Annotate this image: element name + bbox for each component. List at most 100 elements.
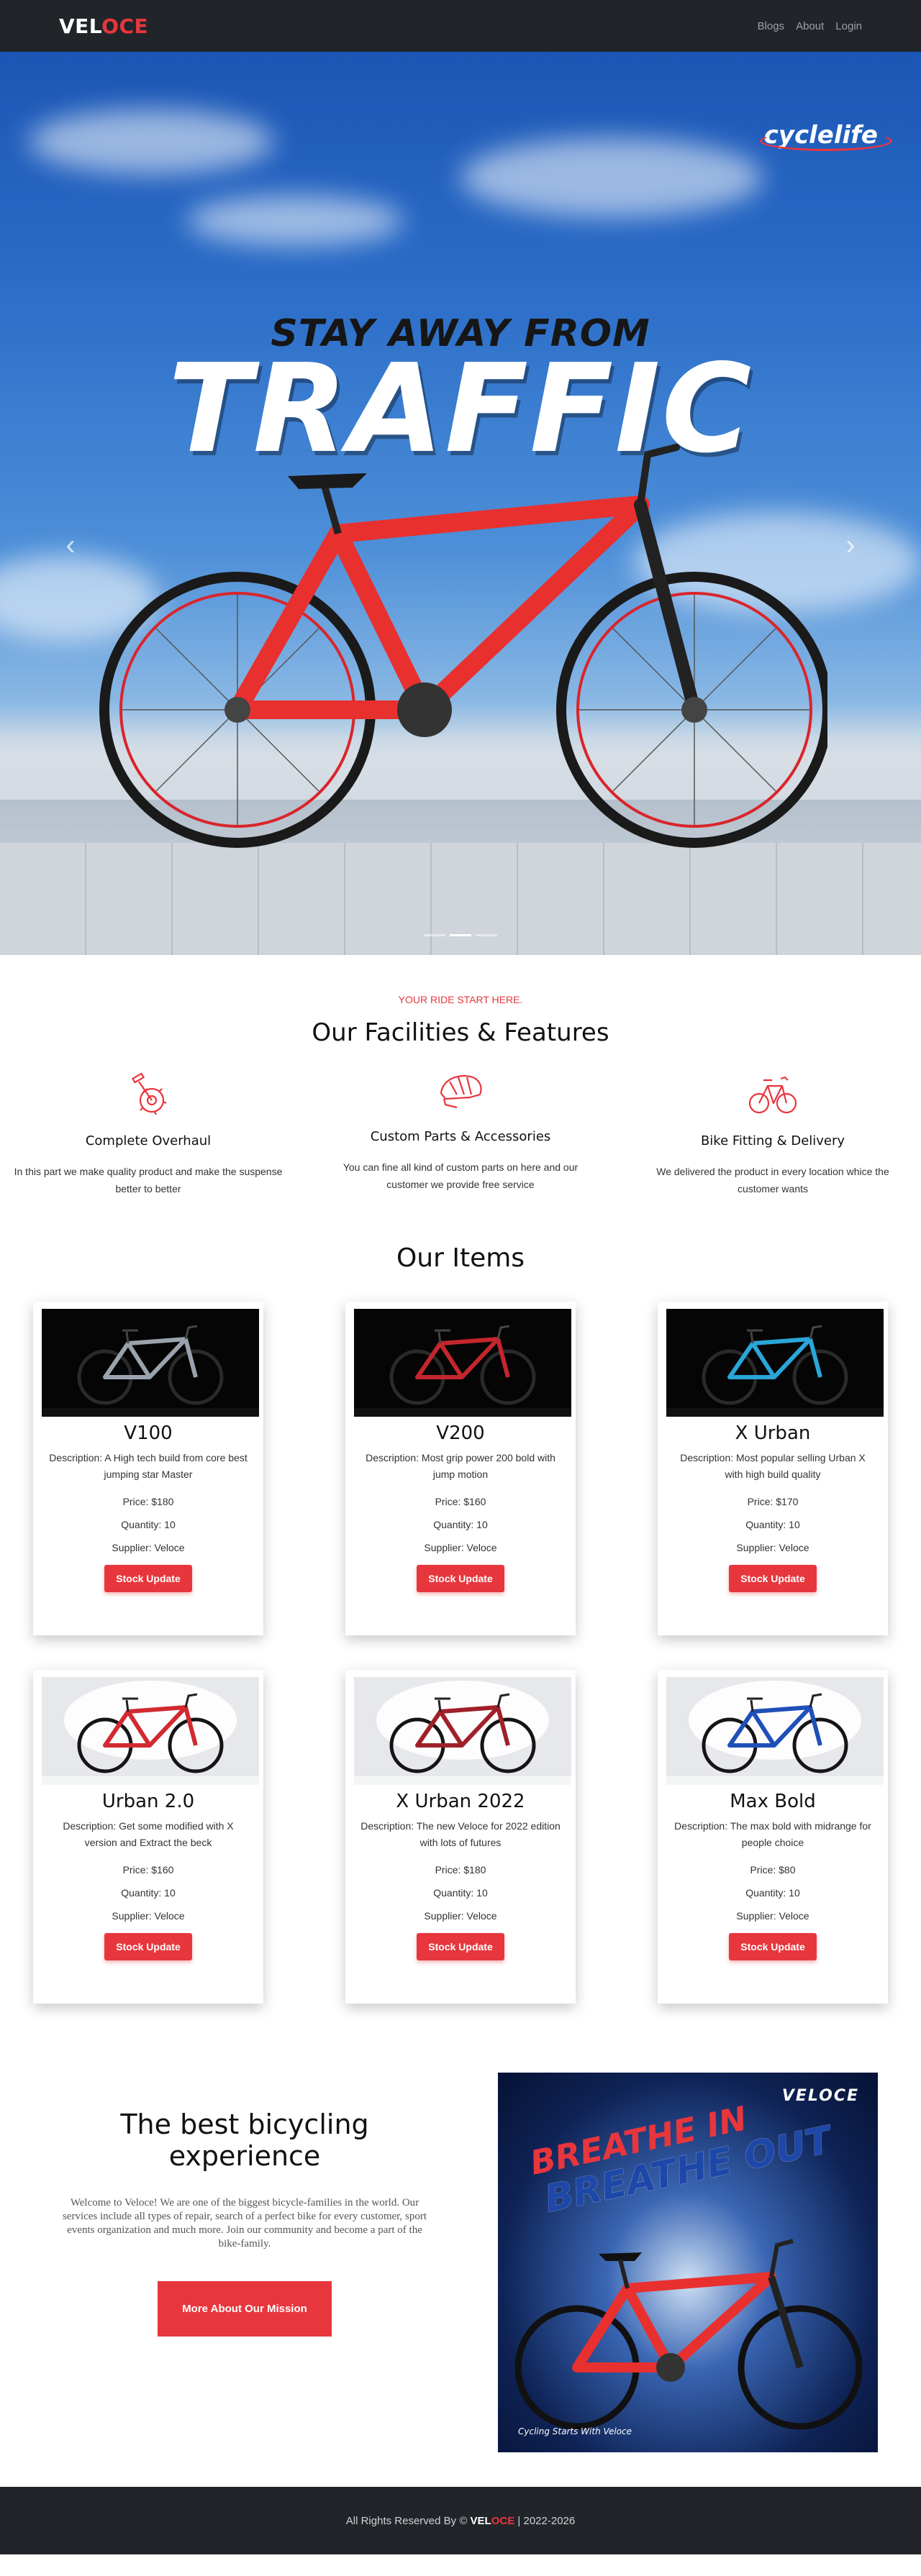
feature-title: Bike Fitting & Delivery — [700, 1133, 845, 1148]
stock-update-button[interactable]: Stock Update — [104, 1933, 192, 1960]
poster-bike-image — [514, 2239, 863, 2430]
stock-update-button[interactable]: Stock Update — [417, 1933, 504, 1960]
facilities-title: Our Facilities & Features — [312, 1018, 609, 1047]
item-supplier: Supplier: Veloce — [112, 1542, 185, 1553]
item-card: X Urban Description: Most popular sellin… — [658, 1302, 888, 1635]
feature-text: You can fine all kind of custom parts on… — [342, 1161, 579, 1190]
feature-custom-parts: Custom Parts & Accessories You can fine … — [325, 1070, 596, 1197]
site-footer: All Rights Reserved By © VEL OCE | 2022-2… — [0, 2487, 921, 2554]
nav-link-login[interactable]: Login — [835, 20, 862, 32]
chevron-left-icon: ‹ — [65, 529, 76, 561]
bike-icon — [748, 1076, 797, 1114]
item-description: Description: The max bold with midrange … — [674, 1820, 871, 1848]
items-section: Our Items V100 Description: A High tech … — [0, 1197, 921, 2004]
more-about-mission-button[interactable]: More About Our Mission — [158, 2281, 332, 2337]
hero-carousel: cyclelife STAY AWAY FROM TRAFFIC ‹ › — [0, 52, 921, 955]
item-quantity: Quantity: 10 — [121, 1519, 176, 1530]
item-price: Price: $180 — [122, 1496, 174, 1507]
partner-logo-swoosh — [759, 131, 892, 151]
feature-text: In this part we make quality product and… — [14, 1166, 283, 1195]
cloud — [187, 196, 403, 246]
feature-bike-fitting: Bike Fitting & Delivery We delivered the… — [638, 1070, 908, 1197]
item-name: V200 — [436, 1422, 485, 1444]
crankset-icon — [131, 1072, 167, 1115]
item-card: V100 Description: A High tech build from… — [33, 1302, 263, 1635]
item-description: Description: The new Veloce for 2022 edi… — [360, 1820, 561, 1848]
facilities-section: YOUR RIDE START HERE. Our Facilities & F… — [0, 955, 921, 1197]
item-name: X Urban 2022 — [396, 1791, 525, 1812]
item-supplier: Supplier: Veloce — [112, 1910, 185, 1922]
item-quantity: Quantity: 10 — [433, 1887, 488, 1899]
cloud — [460, 138, 763, 217]
item-name: Max Bold — [730, 1791, 816, 1812]
item-card: Urban 2.0 Description: Get some modified… — [33, 1670, 263, 2004]
footer-brand-white: VEL — [470, 2514, 491, 2527]
carousel-indicator[interactable] — [450, 934, 471, 936]
stock-update-button[interactable]: Stock Update — [417, 1565, 504, 1592]
nav-link-about[interactable]: About — [796, 20, 824, 32]
product-image — [354, 1309, 571, 1417]
item-quantity: Quantity: 10 — [121, 1887, 176, 1899]
item-name: Urban 2.0 — [101, 1791, 195, 1812]
product-image — [666, 1677, 884, 1785]
item-description: Description: A High tech build from core… — [49, 1452, 248, 1480]
product-image — [42, 1309, 259, 1417]
item-quantity: Quantity: 10 — [433, 1519, 488, 1530]
brand-logo-part-white: VEL — [59, 14, 102, 38]
product-image — [666, 1309, 884, 1417]
about-section: The best bicycling experience Welcome to… — [0, 2004, 921, 2452]
top-navbar: VELOCE Blogs About Login — [0, 0, 921, 52]
item-price: Price: $180 — [435, 1864, 486, 1876]
nav-link-blogs[interactable]: Blogs — [758, 20, 785, 32]
nav-links: Blogs About Login — [758, 20, 862, 32]
carousel-indicator[interactable] — [424, 934, 445, 936]
item-description: Description: Most popular selling Urban … — [680, 1452, 866, 1480]
item-supplier: Supplier: Veloce — [424, 1542, 497, 1553]
carousel-indicators — [0, 934, 921, 936]
stock-update-button[interactable]: Stock Update — [729, 1933, 817, 1960]
item-supplier: Supplier: Veloce — [736, 1542, 809, 1553]
item-price: Price: $170 — [747, 1496, 799, 1507]
about-text-block: The best bicycling experience Welcome to… — [43, 2073, 446, 2452]
product-image — [354, 1677, 571, 1785]
footer-prefix: All Rights Reserved By © — [345, 2514, 471, 2527]
chevron-right-icon: › — [845, 529, 856, 561]
brand-logo[interactable]: VELOCE — [59, 14, 148, 38]
item-price: Price: $160 — [435, 1496, 486, 1507]
paved-ground — [0, 843, 921, 955]
items-grid: V100 Description: A High tech build from… — [0, 1302, 921, 2004]
item-card: X Urban 2022 Description: The new Veloce… — [345, 1670, 576, 2004]
carousel-indicator[interactable] — [476, 934, 497, 936]
helmet-icon — [440, 1074, 482, 1109]
carousel-prev-button[interactable]: ‹ — [56, 528, 85, 562]
features-row: Complete Overhaul In this part we make q… — [0, 1070, 921, 1197]
feature-complete-overhaul: Complete Overhaul In this part we make q… — [13, 1070, 283, 1197]
item-card: V200 Description: Most grip power 200 bo… — [345, 1302, 576, 1635]
carousel-next-button[interactable]: › — [836, 528, 865, 562]
feature-text: We delivered the product in every locati… — [656, 1166, 889, 1195]
stock-update-button[interactable]: Stock Update — [104, 1565, 192, 1592]
bike-crank — [397, 682, 452, 737]
bike-saddle — [288, 473, 367, 489]
item-price: Price: $80 — [750, 1864, 796, 1876]
items-title: Our Items — [396, 1243, 525, 1273]
item-supplier: Supplier: Veloce — [424, 1910, 497, 1922]
promo-poster: VELOCE BREATHE IN BREATHE OUT Cycling St… — [498, 2073, 878, 2452]
brand-logo-part-red: OCE — [101, 14, 149, 38]
poster-brand: VELOCE — [781, 2087, 859, 2105]
feature-title: Complete Overhaul — [85, 1133, 212, 1148]
item-quantity: Quantity: 10 — [745, 1519, 800, 1530]
item-description: Description: Get some modified with X ve… — [63, 1820, 234, 1848]
poster-footer-text: Cycling Starts With Veloce — [518, 2426, 632, 2436]
cloud — [29, 109, 273, 174]
section-kicker: YOUR RIDE START HERE. — [398, 994, 523, 1005]
hero-bike-image — [99, 444, 827, 848]
partner-logo: cyclelife — [759, 121, 892, 151]
stock-update-button[interactable]: Stock Update — [729, 1565, 817, 1592]
feature-title: Custom Parts & Accessories — [370, 1129, 551, 1144]
footer-suffix: | 2022-2026 — [514, 2514, 576, 2527]
item-description: Description: Most grip power 200 bold wi… — [366, 1452, 555, 1480]
item-name: V100 — [124, 1422, 173, 1444]
item-supplier: Supplier: Veloce — [736, 1910, 809, 1922]
item-card: Max Bold Description: The max bold with … — [658, 1670, 888, 2004]
